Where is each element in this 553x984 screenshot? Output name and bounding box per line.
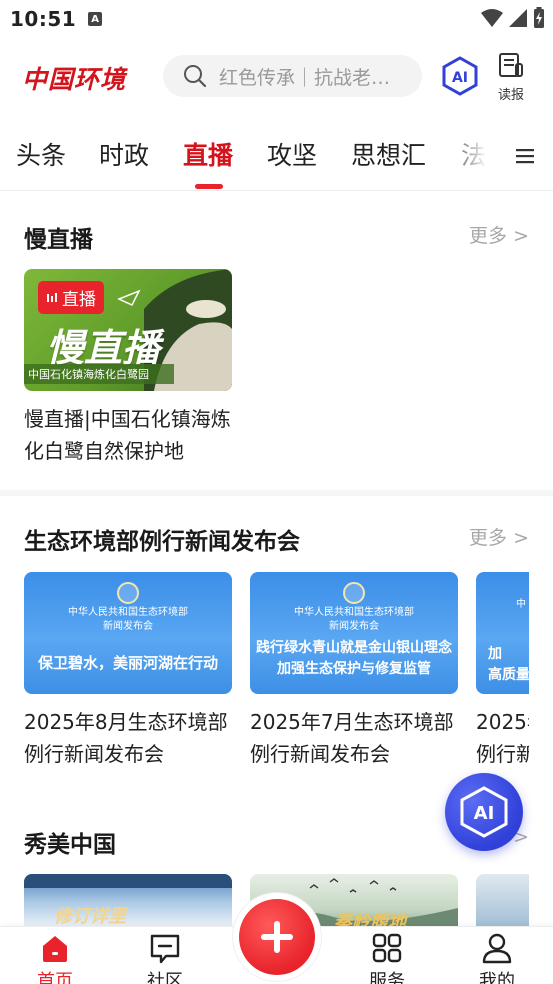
press-thumbnail: 中 加 高质量 [476, 572, 529, 694]
nav-profile[interactable]: 我的 [462, 931, 532, 984]
floating-ai-button[interactable]: AI [445, 773, 523, 851]
publish-button-wrap [233, 893, 321, 981]
scenic-banner [24, 874, 232, 888]
press-card[interactable]: 中 加 高质量 2025年 例行新 [476, 572, 529, 770]
nav-home-label: 首页 [37, 971, 73, 984]
ai-assistant-button[interactable]: AI [441, 56, 479, 96]
press-card-title: 2025年7月生态环境部例行新闻发布会 [250, 710, 454, 766]
ai-button-label: AI [452, 70, 468, 86]
press-thumbnail: 中华人民共和国生态环境部 新闻发布会 践行绿水青山就是金山银山理念 加强生态保护… [250, 572, 458, 694]
national-emblem-icon [117, 582, 139, 604]
channel-tabs: 头条 时政 直播 攻坚 思想汇 法 [0, 132, 553, 189]
read-paper-button[interactable]: 读报 [494, 52, 528, 103]
read-paper-label: 读报 [497, 88, 524, 103]
press-card-clip: 中 加 高质量 2025年 例行新 [476, 572, 529, 772]
nav-services-label: 服务 [369, 971, 405, 984]
scenic-thumbnail[interactable] [476, 874, 529, 934]
nav-community-label: 社区 [147, 971, 183, 984]
scenic-thumbnail: 修订详里 [24, 874, 232, 934]
home-icon [43, 936, 67, 962]
scenic-title: 秀美中国 [24, 832, 116, 858]
slow-live-title: 慢直播 [24, 227, 93, 253]
chat-icon [150, 934, 180, 964]
tab-live[interactable]: 直播 [183, 136, 233, 172]
app-logo: 中国环境 [22, 65, 127, 94]
live-thumb-subtitle: 中国石化镇海炼化白鹭园 [24, 364, 174, 384]
press-headline: 加 高质量 [488, 646, 529, 683]
status-bar: 10:51 A [0, 0, 553, 38]
tab-politics[interactable]: 时政 [99, 136, 149, 172]
newspaper-icon [499, 53, 523, 77]
grid-icon [372, 933, 402, 963]
press-title: 生态环境部例行新闻发布会 [24, 529, 300, 555]
status-time: 10:51 [10, 7, 77, 31]
ai-hexagon-icon: AI [442, 56, 478, 96]
floating-ai-label: AI [474, 803, 495, 824]
press-more-link[interactable]: 更多 > [469, 523, 529, 550]
user-icon [482, 933, 512, 964]
section-gap [0, 490, 553, 496]
press-headline: 践行绿水青山就是金山银山理念 加强生态保护与修复监管 [256, 640, 452, 677]
ai-hexagon-icon: AI [460, 786, 508, 838]
press-card-title: 2025年 例行新 [476, 710, 529, 766]
notification-icon: A [88, 12, 103, 26]
status-icons [481, 7, 545, 29]
app-header: 中国环境 红色传承｜抗战老… AI 读报 [0, 48, 553, 106]
battery-icon [534, 7, 544, 28]
press-thumbnail: 中华人民共和国生态环境部 新闻发布会 保卫碧水，美丽河湖在行动 [24, 572, 232, 694]
press-card[interactable]: 中华人民共和国生态环境部 新闻发布会 保卫碧水，美丽河湖在行动 2025年8月生… [24, 572, 232, 770]
nav-services[interactable]: 服务 [352, 931, 422, 984]
scenic-card[interactable]: 修订详里 [24, 874, 232, 934]
active-tab-indicator [195, 184, 223, 189]
plus-icon [261, 921, 293, 953]
nav-profile-label: 我的 [479, 971, 515, 984]
menu-icon[interactable] [514, 146, 536, 166]
slow-live-thumbnail: 直播 慢直播 中国石化镇海炼化白鹭园 [24, 269, 232, 391]
signal-icon [509, 9, 527, 27]
search-icon [184, 65, 207, 88]
live-badge: 直播 [38, 281, 104, 314]
press-headline: 保卫碧水，美丽河湖在行动 [37, 654, 218, 672]
press-card-title: 2025年8月生态环境部例行新闻发布会 [24, 710, 228, 766]
tabs-divider [0, 190, 553, 191]
search-bar[interactable]: 红色传承｜抗战老… [163, 55, 422, 97]
nav-community[interactable]: 社区 [130, 931, 200, 984]
tab-tackle[interactable]: 攻坚 [267, 136, 317, 172]
press-card[interactable]: 中华人民共和国生态环境部 新闻发布会 践行绿水青山就是金山银山理念 加强生态保护… [250, 572, 458, 770]
scenic-thumb-title: 修订详里 [54, 906, 126, 927]
tab-headlines[interactable]: 头条 [16, 136, 66, 172]
press-org-text: 中华人民共和国生态环境部 新闻发布会 [294, 607, 414, 632]
live-badge-label: 直播 [62, 290, 96, 310]
wifi-icon [481, 9, 503, 27]
search-placeholder: 红色传承｜抗战老… [219, 66, 391, 89]
scenic-card-clip [476, 874, 529, 934]
press-org-text: 中华人民共和国生态环境部 新闻发布会 [68, 607, 188, 632]
national-emblem-icon [343, 582, 365, 604]
slow-live-card[interactable]: 直播 慢直播 中国石化镇海炼化白鹭园 慢直播|中国石化镇海炼化白鹭自然保护地 [24, 269, 232, 467]
slow-live-more-link[interactable]: 更多 > [469, 221, 529, 248]
tab-fade [440, 132, 500, 182]
nav-home[interactable]: 首页 [20, 931, 90, 984]
publish-button[interactable] [239, 899, 315, 975]
live-indicator-icon [47, 292, 57, 302]
press-org-text: 中 [516, 599, 526, 610]
tab-thoughts[interactable]: 思想汇 [351, 136, 426, 172]
slow-live-card-title: 慢直播|中国石化镇海炼化白鹭自然保护地 [24, 407, 231, 463]
